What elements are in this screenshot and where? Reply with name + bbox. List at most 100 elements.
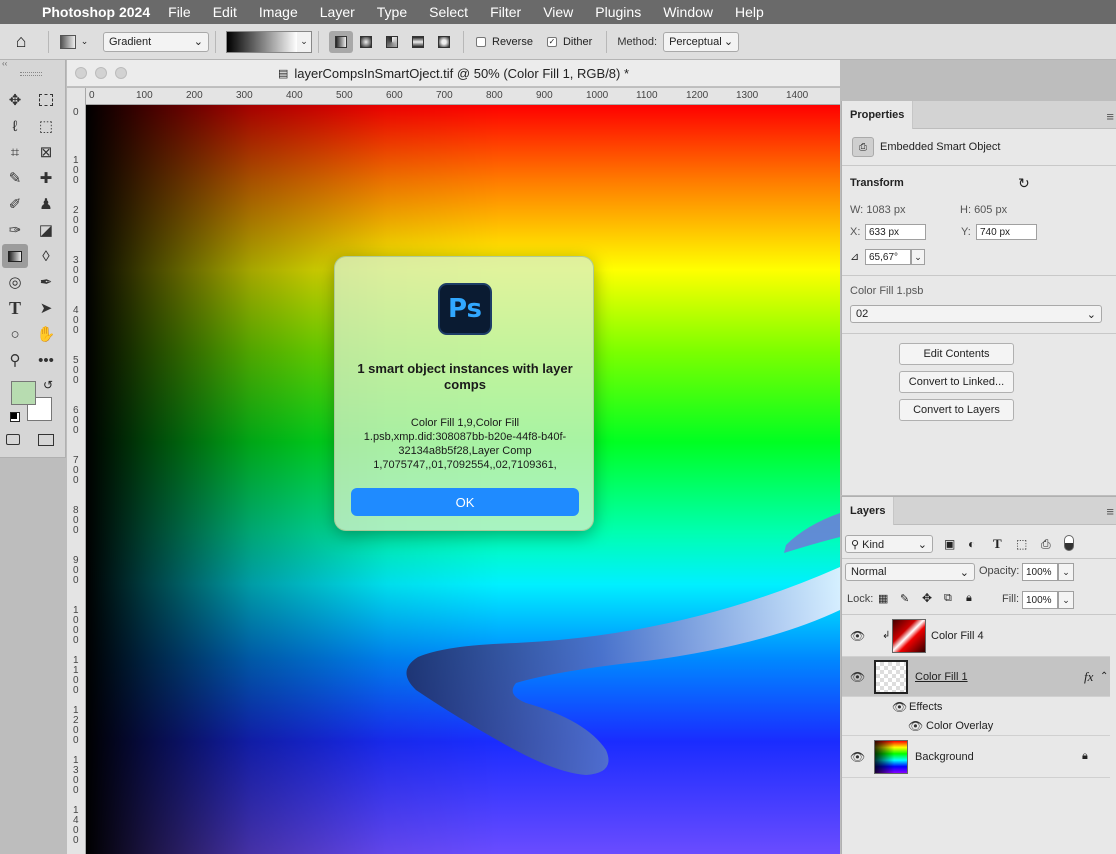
- filter-toggle-icon[interactable]: [1064, 535, 1074, 551]
- chevron-down-icon[interactable]: ⌄: [1058, 591, 1074, 609]
- layer-comp-select[interactable]: 02 ⌄: [850, 305, 1102, 323]
- type-tool-icon[interactable]: T: [2, 296, 28, 320]
- smart-object-filter-icon[interactable]: ⎙: [1041, 537, 1051, 552]
- shape-filter-icon[interactable]: ⬚: [1016, 537, 1027, 551]
- reflected-gradient-button[interactable]: [405, 31, 431, 53]
- chevron-down-icon[interactable]: ⌄: [911, 249, 925, 265]
- convert-to-linked-button[interactable]: Convert to Linked...: [899, 371, 1014, 393]
- collapse-toolbox-icon[interactable]: ‹‹: [0, 60, 66, 68]
- layer-name[interactable]: Color Fill 1: [915, 671, 968, 683]
- eye-icon[interactable]: 👁︎: [850, 750, 865, 764]
- app-name[interactable]: Photoshop 2024: [42, 4, 150, 20]
- menu-help[interactable]: Help: [735, 4, 764, 20]
- menu-select[interactable]: Select: [429, 4, 468, 20]
- angle-input[interactable]: 65,67°: [865, 249, 911, 265]
- lock-all-icon[interactable]: 🔒︎: [966, 592, 972, 605]
- angle-gradient-button[interactable]: [379, 31, 405, 53]
- object-selection-tool-icon[interactable]: ⬚: [33, 114, 59, 138]
- lock-image-pixels-icon[interactable]: ✎: [900, 592, 909, 605]
- opacity-input[interactable]: 100%: [1022, 563, 1058, 581]
- menu-window[interactable]: Window: [663, 4, 713, 20]
- hand-tool-icon[interactable]: ✋: [33, 322, 59, 346]
- eye-icon[interactable]: 👁︎: [850, 670, 865, 684]
- eye-icon[interactable]: 👁︎: [850, 629, 865, 643]
- linear-gradient-button[interactable]: [329, 30, 353, 53]
- eye-icon[interactable]: 👁︎: [892, 700, 907, 714]
- layer-name[interactable]: Background: [915, 751, 974, 763]
- vertical-ruler[interactable]: 0 1 0 0 2 0 0 3 0 0 4 0 0 5 0 0 6 0 0 7 …: [67, 88, 86, 854]
- document-tab[interactable]: ▤ layerCompsInSmartOject.tif @ 50% (Colo…: [67, 60, 840, 87]
- chevron-down-icon[interactable]: ⌄: [1058, 563, 1074, 581]
- menu-image[interactable]: Image: [259, 4, 298, 20]
- menu-view[interactable]: View: [543, 4, 573, 20]
- tab-layers[interactable]: Layers: [842, 497, 895, 525]
- fill-input[interactable]: 100%: [1022, 591, 1058, 609]
- ok-button[interactable]: OK: [351, 488, 579, 516]
- screen-mode-icon[interactable]: [38, 434, 54, 446]
- effects-icon[interactable]: fx: [1084, 669, 1093, 685]
- healing-brush-tool-icon[interactable]: ✚: [33, 166, 59, 190]
- quick-mask-icon[interactable]: [6, 434, 20, 445]
- x-position-input[interactable]: 633 px: [865, 224, 926, 240]
- more-tools-icon[interactable]: •••: [33, 348, 59, 372]
- adjustment-filter-icon[interactable]: ◐: [968, 537, 975, 551]
- checkmark-icon[interactable]: ✓: [546, 36, 557, 47]
- type-filter-icon[interactable]: T: [993, 536, 1002, 552]
- reset-transform-icon[interactable]: ↻: [1018, 175, 1030, 192]
- minimize-window-icon[interactable]: [95, 67, 107, 79]
- panel-menu-icon[interactable]: ≡: [1106, 504, 1114, 519]
- reverse-checkbox-box[interactable]: [476, 36, 486, 47]
- layer-filter-select[interactable]: ⚲ Kind ⌄: [845, 535, 933, 553]
- marquee-tool-icon[interactable]: [33, 88, 59, 112]
- tool-preset-picker[interactable]: ⌄: [55, 31, 93, 53]
- foreground-color-swatch[interactable]: [11, 381, 36, 405]
- eye-icon[interactable]: 👁︎: [908, 719, 923, 733]
- blur-tool-icon[interactable]: ◊: [33, 244, 59, 268]
- menu-file[interactable]: File: [168, 4, 191, 20]
- path-selection-tool-icon[interactable]: ➤: [33, 296, 59, 320]
- zoom-tool-icon[interactable]: ⚲: [2, 348, 28, 372]
- lock-transparent-pixels-icon[interactable]: ▦: [878, 592, 888, 605]
- home-icon[interactable]: ⌂: [0, 31, 42, 53]
- layer-row-color-fill-4[interactable]: 👁︎ ↲ Color Fill 4: [842, 615, 1110, 657]
- menu-plugins[interactable]: Plugins: [595, 4, 641, 20]
- menu-filter[interactable]: Filter: [490, 4, 521, 20]
- menu-edit[interactable]: Edit: [213, 4, 237, 20]
- eraser-tool-icon[interactable]: ◪: [33, 218, 59, 242]
- effects-row[interactable]: 👁︎ Effects: [842, 697, 1110, 716]
- diamond-gradient-button[interactable]: [431, 31, 457, 53]
- lock-artboard-icon[interactable]: ⧉: [944, 592, 952, 605]
- y-position-input[interactable]: 740 px: [976, 224, 1037, 240]
- dodge-tool-icon[interactable]: ◎: [2, 270, 28, 294]
- method-select[interactable]: Perceptual ⌄: [663, 31, 740, 52]
- layer-row-background[interactable]: 👁︎ Background 🔒︎: [842, 736, 1110, 778]
- history-brush-tool-icon[interactable]: ✑: [2, 218, 28, 242]
- image-filter-icon[interactable]: ▣: [944, 537, 955, 551]
- gradient-tool-icon[interactable]: [2, 244, 28, 268]
- blend-mode-select[interactable]: Normal ⌄: [845, 563, 975, 581]
- crop-tool-icon[interactable]: ⌗: [2, 140, 28, 164]
- gradient-preset-select[interactable]: Gradient ⌄: [103, 31, 209, 52]
- toolbox-grip[interactable]: [20, 72, 42, 76]
- lock-position-icon[interactable]: ✥: [922, 591, 932, 605]
- menu-type[interactable]: Type: [377, 4, 407, 20]
- ellipse-tool-icon[interactable]: ○: [2, 322, 28, 346]
- move-tool-icon[interactable]: ✥: [2, 88, 28, 112]
- chevron-up-icon[interactable]: ⌃: [1100, 671, 1108, 682]
- menu-layer[interactable]: Layer: [320, 4, 355, 20]
- color-overlay-row[interactable]: 👁︎ Color Overlay: [842, 716, 1110, 736]
- brush-tool-icon[interactable]: ✐: [2, 192, 28, 216]
- gradient-picker[interactable]: ⌄: [226, 30, 312, 53]
- tab-properties[interactable]: Properties: [842, 101, 914, 129]
- default-colors-icon[interactable]: [10, 412, 20, 422]
- zoom-window-icon[interactable]: [115, 67, 127, 79]
- swap-colors-icon[interactable]: ↺: [43, 378, 53, 392]
- clone-stamp-tool-icon[interactable]: ♟: [33, 192, 59, 216]
- close-window-icon[interactable]: [75, 67, 87, 79]
- radial-gradient-button[interactable]: [353, 31, 379, 53]
- lasso-tool-icon[interactable]: ℓ: [2, 114, 28, 138]
- pen-tool-icon[interactable]: ✒: [33, 270, 59, 294]
- reverse-checkbox[interactable]: Reverse: [476, 36, 533, 48]
- dither-checkbox[interactable]: ✓ Dither: [546, 36, 592, 48]
- layer-row-color-fill-1[interactable]: 👁︎ Color Fill 1 fx ⌃: [842, 657, 1110, 697]
